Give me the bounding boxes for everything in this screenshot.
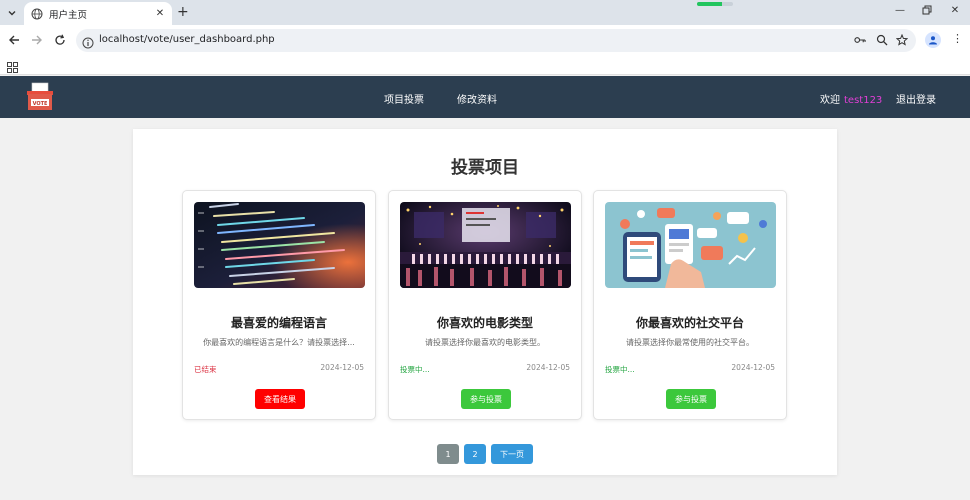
page-1-button[interactable]: 1: [437, 444, 459, 464]
participate-vote-button[interactable]: 参与投票: [461, 389, 511, 409]
forward-arrow-icon[interactable]: [30, 33, 44, 47]
film-festival-stage-image: [400, 202, 571, 288]
code-screen-image: [194, 202, 365, 288]
url-text: localhost/vote/user_dashboard.php: [99, 34, 275, 45]
card-description: 你最喜欢的编程语言是什么？请投票选择...: [203, 338, 355, 347]
page-title: 投票项目: [451, 158, 519, 178]
zoom-icon[interactable]: [876, 34, 888, 46]
logout-link[interactable]: 退出登录: [896, 91, 936, 106]
new-tab-plus-icon[interactable]: +: [177, 4, 189, 20]
page-2-button[interactable]: 2: [464, 444, 486, 464]
minimize-window-icon[interactable]: —: [893, 5, 907, 16]
globe-icon: [30, 7, 43, 20]
welcome-label: 欢迎: [820, 95, 840, 106]
vote-card: 最喜爱的编程语言 你最喜欢的编程语言是什么？请投票选择... 已结束 2024-…: [182, 190, 376, 420]
nav-edit-profile[interactable]: 修改资料: [457, 91, 497, 106]
username: test123: [844, 95, 883, 106]
social-media-illustration-image: [605, 202, 776, 288]
vote-card: 你喜欢的电影类型 请投票选择你最喜欢的电影类型。 投票中... 2024-12-…: [388, 190, 582, 420]
loading-progress-bar: [697, 2, 733, 6]
restore-window-icon[interactable]: [920, 5, 934, 18]
card-date: 2024-12-05: [320, 363, 364, 372]
welcome-text: 欢迎 test123: [820, 91, 882, 106]
card-description: 请投票选择你最常使用的社交平台。: [626, 338, 754, 347]
card-status: 已结束: [194, 365, 217, 374]
card-title: 你喜欢的电影类型: [436, 316, 533, 330]
reload-icon[interactable]: [53, 33, 67, 47]
card-date: 2024-12-05: [731, 363, 775, 372]
card-status: 投票中...: [400, 365, 430, 374]
back-arrow-icon[interactable]: [7, 33, 21, 47]
close-tab-icon[interactable]: ✕: [154, 8, 166, 19]
vote-card: 你最喜欢的社交平台 请投票选择你最常使用的社交平台。 投票中... 2024-1…: [593, 190, 787, 420]
card-title: 最喜爱的编程语言: [230, 316, 327, 330]
site-header: VOTE 项目投票 修改资料 欢迎 test123 退出登录: [0, 76, 970, 118]
vote-projects-panel: 投票项目 最喜爱的编程语言 你最喜欢的编程语言是什么？请投票选择... 已结束 …: [133, 129, 837, 475]
browser-tab-strip: 用户主页 ✕ + — ✕: [0, 0, 970, 25]
card-status: 投票中...: [605, 365, 635, 374]
card-description: 请投票选择你最喜欢的电影类型。: [425, 338, 545, 347]
view-results-button[interactable]: 查看结果: [255, 389, 305, 409]
participate-vote-button[interactable]: 参与投票: [666, 389, 716, 409]
svg-text:VOTE: VOTE: [33, 101, 48, 107]
card-title: 你最喜欢的社交平台: [635, 316, 744, 330]
tab-title: 用户主页: [49, 9, 88, 21]
address-bar[interactable]: localhost/vote/user_dashboard.php: [76, 29, 916, 52]
browser-menu-kebab-icon[interactable]: ⋮: [952, 32, 963, 45]
vote-box-logo[interactable]: VOTE: [24, 80, 56, 112]
site-info-icon[interactable]: [82, 34, 94, 49]
tab-search-chevron-icon[interactable]: [4, 5, 20, 21]
browser-toolbar: localhost/vote/user_dashboard.php: [0, 25, 970, 55]
nav-vote-projects[interactable]: 项目投票: [384, 91, 424, 106]
profile-avatar-icon[interactable]: [925, 32, 941, 48]
bookmark-star-icon[interactable]: [896, 34, 908, 46]
card-date: 2024-12-05: [526, 363, 570, 372]
next-page-button[interactable]: 下一页: [491, 444, 533, 464]
browser-tab[interactable]: 用户主页 ✕: [24, 2, 172, 25]
bookmarks-bar: [0, 55, 970, 75]
close-window-icon[interactable]: ✕: [948, 5, 962, 16]
apps-grid-icon[interactable]: [7, 58, 18, 73]
password-key-icon[interactable]: [854, 34, 866, 46]
